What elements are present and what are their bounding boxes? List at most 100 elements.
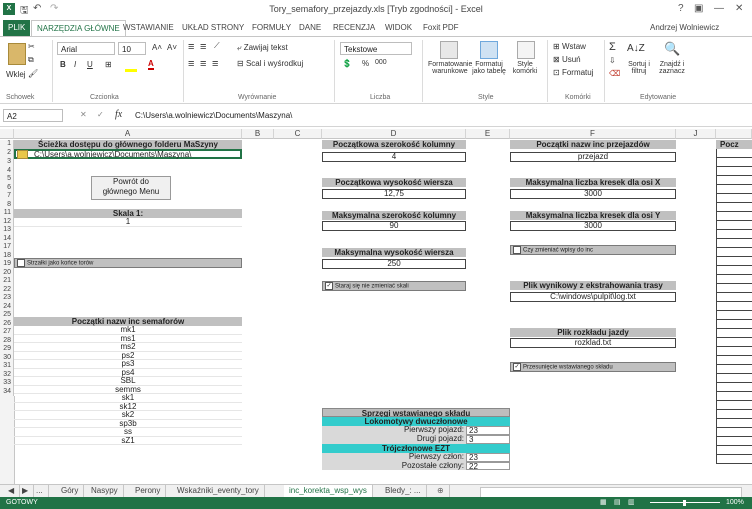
grow-font-icon[interactable]: A˄ [152, 43, 162, 52]
checkbox-checked-icon[interactable]: ✓ [325, 282, 333, 290]
max-x-value[interactable]: 3000 [510, 189, 676, 199]
select-all[interactable] [0, 129, 14, 139]
currency-icon[interactable]: 💲 [342, 59, 352, 68]
row-header[interactable]: 6 [0, 183, 14, 192]
tab-home[interactable]: NARZĘDZIA GŁÓWNE [31, 20, 126, 37]
cell-styles-label[interactable]: Style komórki [508, 61, 542, 75]
clear-icon[interactable]: ⌫ [609, 69, 620, 78]
row-header[interactable]: 31 [0, 362, 14, 371]
row-header[interactable]: 30 [0, 353, 14, 362]
autosum-button[interactable]: Σ [609, 41, 616, 53]
max-row-value[interactable]: 250 [322, 259, 466, 269]
column-header[interactable]: B [242, 129, 274, 139]
row-header[interactable]: 1 [0, 140, 14, 149]
sort-icon[interactable]: A↓Z [627, 43, 645, 54]
italic-button[interactable]: I [74, 60, 76, 69]
row-header[interactable]: 2 [0, 149, 14, 158]
change-inc-checkbox[interactable]: Czy zmieniać wpisy do inc [510, 245, 676, 255]
column-header[interactable]: A [14, 129, 242, 139]
add-sheet-icon[interactable]: ⊕ [432, 485, 450, 497]
shift-consist-checkbox[interactable]: ✓ Przesunięcie wstawianego składu [510, 362, 676, 372]
paste-icon[interactable] [8, 43, 26, 65]
tab-perony[interactable]: Perony [130, 485, 167, 497]
borders-icon[interactable]: ⊞ [105, 60, 112, 69]
column-header[interactable]: D [322, 129, 466, 139]
row-header[interactable]: 33 [0, 379, 14, 388]
format-button[interactable]: ⊡ Formatuj [553, 68, 594, 77]
delete-button[interactable]: ⊠ Usuń [553, 55, 581, 64]
font-color-icon[interactable]: A [148, 59, 154, 70]
max-y-value[interactable]: 3000 [510, 221, 676, 231]
row-header[interactable]: 12 [0, 217, 14, 226]
cut-icon[interactable]: ✂ [28, 42, 35, 51]
zoom-level[interactable]: 100% [726, 497, 744, 509]
column-header[interactable]: F [510, 129, 676, 139]
format-table-icon[interactable] [480, 41, 498, 59]
second-vehicle-value[interactable]: 3 [466, 435, 510, 444]
tab-wskazniki[interactable]: Wskaźniki_eventy_tory [172, 485, 265, 497]
arrows-checkbox[interactable]: Strzałki jako końce torów [14, 258, 242, 268]
scale-value[interactable]: 1 [14, 217, 242, 227]
align-middle-icon[interactable]: ≡ [200, 41, 206, 53]
name-box[interactable]: A2 [3, 109, 63, 122]
find-icon[interactable]: 🔍 [664, 41, 680, 57]
row-header[interactable]: 18 [0, 251, 14, 260]
row-header[interactable]: 26 [0, 319, 14, 328]
tab-gory[interactable]: Góry [56, 485, 85, 497]
max-col-value[interactable]: 90 [322, 221, 466, 231]
copy-icon[interactable]: ⧉ [28, 55, 34, 65]
align-top-icon[interactable]: ≡ [188, 41, 194, 53]
row-header[interactable]: 19 [0, 260, 14, 269]
conditional-format-icon[interactable] [440, 41, 458, 59]
bold-button[interactable]: B [60, 60, 66, 69]
find-select-label[interactable]: Znajdź i zaznacz [655, 61, 689, 75]
first-member-value[interactable]: 23 [466, 453, 510, 462]
row-header[interactable]: 27 [0, 328, 14, 337]
enter-icon[interactable]: ✓ [97, 110, 104, 119]
row-header[interactable]: 32 [0, 370, 14, 379]
underline-button[interactable]: U [87, 60, 93, 69]
paste-label[interactable]: Wklej [6, 70, 26, 79]
font-size-select[interactable]: 10 [118, 42, 146, 55]
row-header[interactable]: 3 [0, 158, 14, 167]
insert-function-icon[interactable]: fx [115, 109, 122, 120]
orientation-icon[interactable]: ⟋ [214, 41, 220, 51]
path-cell-selected[interactable]: C:\Users\a.wolniewicz\Documents\Maszyna\ [14, 149, 242, 159]
tab-file[interactable]: PLIK [3, 20, 31, 36]
tab-bledy[interactable]: Bledy_: ... [380, 485, 427, 497]
format-table-label[interactable]: Formatuj jako tabelę [470, 61, 508, 75]
sort-filter-label[interactable]: Sortuj i filtruj [624, 61, 654, 75]
first-vehicle-value[interactable]: 23 [466, 426, 510, 435]
rest-members-value[interactable]: 22 [466, 462, 510, 470]
merge-center-button[interactable]: ⊟ Scal i wyśrodkuj [237, 59, 303, 68]
thousands-button[interactable]: 000 [375, 59, 387, 66]
row-height-value[interactable]: 12,75 [322, 189, 466, 199]
percent-button[interactable]: % [362, 59, 369, 68]
column-header[interactable]: E [466, 129, 510, 139]
row-header[interactable]: 20 [0, 268, 14, 277]
number-format-select[interactable]: Tekstowe [340, 42, 412, 55]
row-header[interactable]: 29 [0, 345, 14, 354]
tab-page-layout[interactable]: UKŁAD STRONY [177, 20, 249, 36]
row-header[interactable]: 23 [0, 294, 14, 303]
fill-icon[interactable]: ⇩ [609, 56, 616, 65]
help-icon[interactable]: ? [678, 3, 684, 14]
checkbox-icon[interactable] [17, 259, 25, 267]
row-header[interactable]: 22 [0, 285, 14, 294]
zoom-slider-handle[interactable] [683, 500, 686, 506]
j-column-cells[interactable] [716, 149, 752, 464]
tab-more[interactable]: ... [31, 485, 49, 497]
row-header[interactable]: 24 [0, 302, 14, 311]
format-painter-icon[interactable]: 🖌 [28, 69, 38, 78]
normal-view-icon[interactable]: ▦ [600, 497, 607, 509]
page-layout-icon[interactable]: ▤ [614, 497, 621, 509]
wrap-text-button[interactable]: ⤶ Zawijaj tekst [237, 43, 288, 53]
checkbox-checked-icon[interactable]: ✓ [513, 363, 521, 371]
cell-styles-icon[interactable] [517, 41, 535, 59]
row-header[interactable]: 11 [0, 209, 14, 218]
tab-view[interactable]: WIDOK [380, 20, 417, 36]
schedule-value[interactable]: rozklad.txt [510, 338, 676, 348]
cancel-icon[interactable]: ✕ [80, 110, 87, 119]
align-left-icon[interactable]: ≡ [188, 58, 194, 70]
insert-button[interactable]: ⊞ Wstaw [553, 42, 586, 51]
